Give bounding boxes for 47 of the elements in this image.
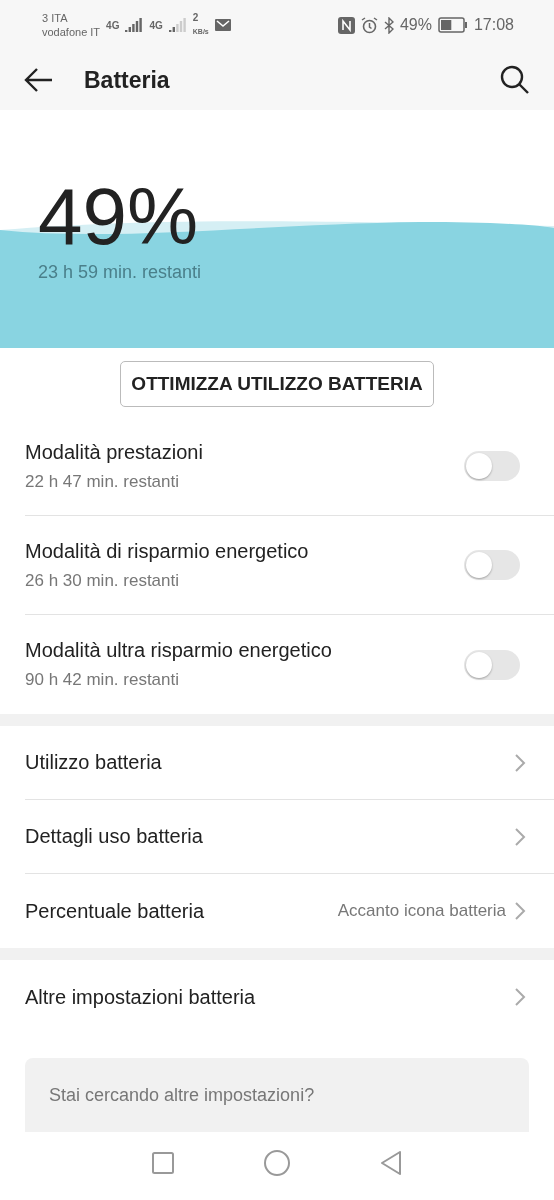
- chevron-icon: [514, 752, 526, 773]
- bluetooth-icon: [383, 16, 394, 34]
- chevron-icon: [514, 826, 526, 847]
- clock: 17:08: [473, 16, 514, 34]
- settings-row[interactable]: Altre impostazioni batteria: [25, 960, 554, 1034]
- mode-title: Modalità prestazioni: [25, 440, 204, 464]
- row-label: Utilizzo batteria: [25, 751, 163, 774]
- battery-percent: 49%: [399, 16, 432, 34]
- settings-row[interactable]: Percentuale batteria Accanto icona batteria: [25, 874, 554, 948]
- card-placeholder: Stai cercando altre impostazioni?: [49, 1084, 315, 1106]
- search-icon[interactable]: [500, 65, 530, 95]
- mode-title: Modalità ultra risparmio energetico: [25, 639, 333, 662]
- page-title: Batteria: [84, 66, 171, 94]
- row-label: Altre impostazioni batteria: [25, 985, 257, 1009]
- settings-row[interactable]: Dettagli uso batteria: [25, 800, 554, 874]
- mode-time-remaining: 22 h 47 min. restanti: [25, 471, 181, 492]
- toggle-switch[interactable]: [464, 649, 520, 680]
- time-remaining: 23 h 59 min. restanti: [38, 262, 202, 283]
- network-type: 4G: [106, 19, 120, 31]
- chevron-icon: [514, 987, 526, 1007]
- optimize-button[interactable]: OTTIMIZZA UTILIZZO BATTERIA: [120, 361, 434, 407]
- settings-row[interactable]: Utilizzo batteria: [25, 726, 554, 800]
- mail-icon: [214, 19, 231, 31]
- toggle-switch[interactable]: [464, 550, 520, 580]
- network-type: 4G: [149, 19, 163, 31]
- battery-level: 49%: [38, 172, 200, 262]
- home-icon[interactable]: [264, 1150, 290, 1176]
- signal-icon: [168, 18, 187, 32]
- search-suggestion-card[interactable]: Stai cercando altre impostazioni?: [25, 1058, 529, 1132]
- row-label: Dettagli uso batteria: [25, 825, 204, 848]
- back-arrow-icon[interactable]: [24, 67, 54, 93]
- carrier-name: vodafone IT: [42, 25, 101, 39]
- nfc-icon: [337, 16, 355, 34]
- mode-time-remaining: 90 h 42 min. restanti: [25, 670, 181, 690]
- signal-icon: [125, 18, 144, 32]
- data-speed: 2: [192, 11, 200, 25]
- chevron-icon: [514, 901, 526, 921]
- recent-apps-icon[interactable]: [152, 1152, 174, 1174]
- carrier-name: 3 ITA: [42, 11, 69, 25]
- back-icon[interactable]: [380, 1150, 402, 1176]
- mode-title: Modalità di risparmio energetico: [25, 539, 310, 563]
- battery-icon: [437, 17, 468, 33]
- alarm-icon: [360, 16, 378, 34]
- toggle-switch[interactable]: [464, 451, 520, 481]
- row-label: Percentuale batteria: [25, 899, 205, 923]
- row-value: Accanto icona batteria: [337, 901, 506, 921]
- mode-time-remaining: 26 h 30 min. restanti: [25, 570, 181, 591]
